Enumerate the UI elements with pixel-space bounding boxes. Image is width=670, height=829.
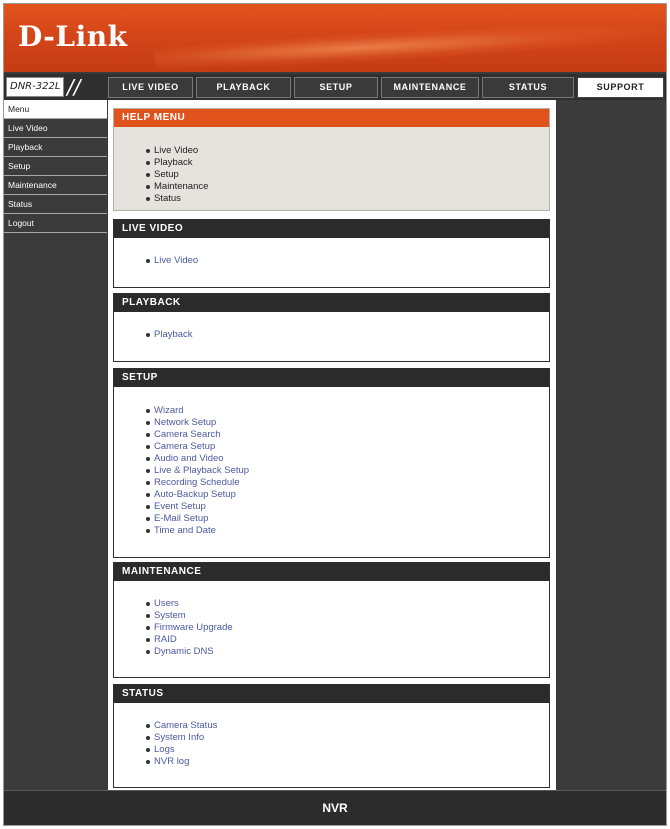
help-link[interactable]: NVR log	[146, 756, 549, 768]
help-link[interactable]: Event Setup	[146, 501, 549, 513]
sidebar-item-live-video[interactable]: Live Video	[4, 119, 107, 138]
maintenance-panel: MAINTENANCE Users System Firmware Upgrad…	[113, 562, 550, 678]
slash-divider-icon: //	[67, 75, 81, 99]
help-link[interactable]: Auto-Backup Setup	[146, 489, 549, 501]
section-body: Wizard Network Setup Camera Search Camer…	[114, 387, 549, 537]
sidebar: Menu Live Video Playback Setup Maintenan…	[4, 100, 107, 790]
status-panel: STATUS Camera Status System Info Logs NV…	[113, 684, 550, 788]
help-link[interactable]: Users	[146, 598, 549, 610]
sidebar-item-playback[interactable]: Playback	[4, 138, 107, 157]
right-column	[557, 100, 666, 790]
section-body: Live Video Playback Setup Maintenance St…	[114, 127, 549, 205]
help-link[interactable]: Logs	[146, 744, 549, 756]
tab-maintenance[interactable]: MAINTENANCE	[381, 77, 479, 98]
help-link[interactable]: Camera Setup	[146, 441, 549, 453]
help-link[interactable]: Camera Status	[146, 720, 549, 732]
help-link[interactable]: Recording Schedule	[146, 477, 549, 489]
help-link[interactable]: Firmware Upgrade	[146, 622, 549, 634]
tab-status[interactable]: STATUS	[482, 77, 574, 98]
footer-bar: NVR	[4, 790, 666, 825]
section-title: MAINTENANCE	[114, 563, 549, 581]
list-item: Live Video	[146, 145, 549, 157]
section-title: STATUS	[114, 685, 549, 703]
sidebar-item-maintenance[interactable]: Maintenance	[4, 176, 107, 195]
header-banner: D-Link	[4, 4, 666, 72]
playback-panel: PLAYBACK Playback	[113, 293, 550, 362]
section-body: Users System Firmware Upgrade RAID Dynam…	[114, 581, 549, 658]
banner-light-streak	[153, 16, 666, 72]
help-link[interactable]: E-Mail Setup	[146, 513, 549, 525]
top-nav: DNR-322L // LIVE VIDEO PLAYBACK SETUP MA…	[4, 74, 666, 100]
section-title: HELP MENU	[114, 109, 549, 127]
help-link[interactable]: Network Setup	[146, 417, 549, 429]
help-link[interactable]: Dynamic DNS	[146, 646, 549, 658]
help-link[interactable]: System	[146, 610, 549, 622]
help-link[interactable]: Wizard	[146, 405, 549, 417]
live-video-panel: LIVE VIDEO Live Video	[113, 219, 550, 288]
help-link[interactable]: Live & Playback Setup	[146, 465, 549, 477]
section-title: SETUP	[114, 369, 549, 387]
model-label: DNR-322L	[6, 77, 64, 97]
section-body: Playback	[114, 312, 549, 341]
help-link[interactable]: Playback	[146, 329, 549, 341]
tab-support[interactable]: SUPPORT	[577, 77, 664, 98]
section-title: LIVE VIDEO	[114, 220, 549, 238]
tab-setup[interactable]: SETUP	[294, 77, 378, 98]
help-link[interactable]: Time and Date	[146, 525, 549, 537]
sidebar-item-status[interactable]: Status	[4, 195, 107, 214]
sidebar-item-menu[interactable]: Menu	[4, 100, 107, 119]
section-body: Live Video	[114, 238, 549, 267]
app-window: D-Link DNR-322L // LIVE VIDEO PLAYBACK S…	[3, 3, 667, 826]
tab-live-video[interactable]: LIVE VIDEO	[108, 77, 193, 98]
list-item: Playback	[146, 157, 549, 169]
help-link[interactable]: Live Video	[146, 255, 549, 267]
sidebar-item-logout[interactable]: Logout	[4, 214, 107, 233]
list-item: Maintenance	[146, 181, 549, 193]
list-item: Status	[146, 193, 549, 205]
help-link[interactable]: RAID	[146, 634, 549, 646]
section-body: Camera Status System Info Logs NVR log	[114, 703, 549, 768]
setup-panel: SETUP Wizard Network Setup Camera Search…	[113, 368, 550, 558]
section-title: PLAYBACK	[114, 294, 549, 312]
help-link[interactable]: System Info	[146, 732, 549, 744]
list-item: Setup	[146, 169, 549, 181]
tab-playback[interactable]: PLAYBACK	[196, 77, 291, 98]
dlink-logo: D-Link	[18, 20, 128, 53]
help-link[interactable]: Camera Search	[146, 429, 549, 441]
main-content: HELP MENU Live Video Playback Setup Main…	[108, 100, 556, 790]
help-link[interactable]: Audio and Video	[146, 453, 549, 465]
sidebar-item-setup[interactable]: Setup	[4, 157, 107, 176]
help-menu-panel: HELP MENU Live Video Playback Setup Main…	[113, 108, 550, 211]
